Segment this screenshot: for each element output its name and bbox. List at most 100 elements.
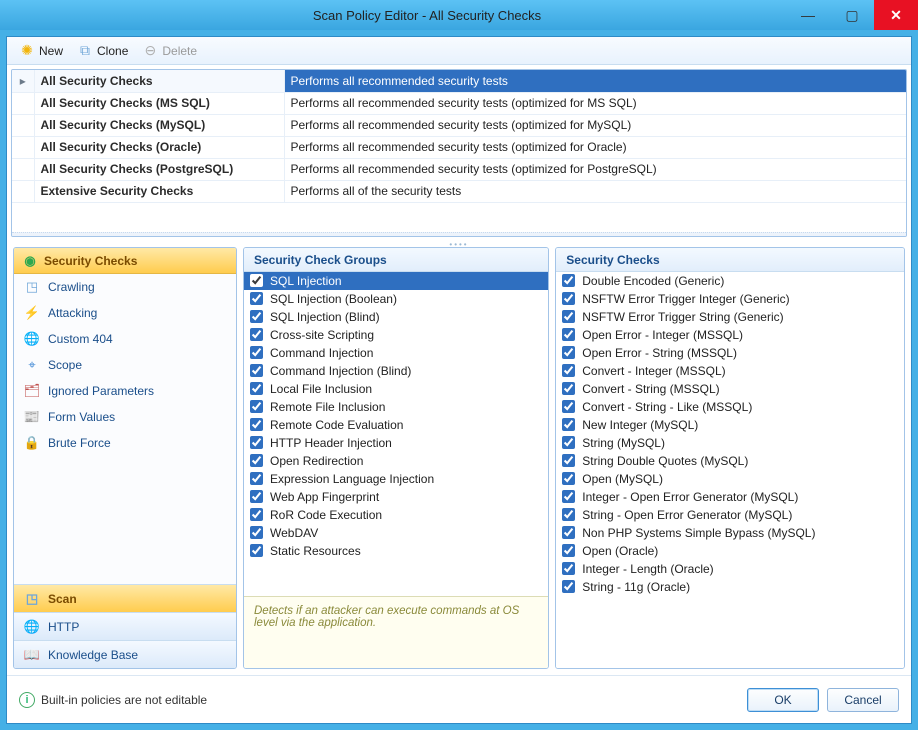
group-checkbox[interactable]: [250, 526, 263, 539]
group-checkbox[interactable]: [250, 490, 263, 503]
group-checkbox[interactable]: [250, 418, 263, 431]
close-button[interactable]: ✕: [874, 0, 918, 30]
sidebar-item[interactable]: 🔒Brute Force: [14, 430, 236, 456]
check-checkbox[interactable]: [562, 292, 575, 305]
group-row[interactable]: Remote File Inclusion: [244, 398, 548, 416]
sidebar-section-label: HTTP: [48, 620, 79, 634]
check-checkbox[interactable]: [562, 346, 575, 359]
sidebar-item[interactable]: ◳Crawling: [14, 274, 236, 300]
grid-resize-handle[interactable]: [12, 232, 906, 236]
group-row[interactable]: RoR Code Execution: [244, 506, 548, 524]
check-row[interactable]: Convert - Integer (MSSQL): [556, 362, 904, 380]
check-row[interactable]: Convert - String - Like (MSSQL): [556, 398, 904, 416]
sidebar-item[interactable]: ⌖Scope: [14, 352, 236, 378]
check-row[interactable]: Integer - Open Error Generator (MySQL): [556, 488, 904, 506]
delete-button[interactable]: ⊖ Delete: [136, 41, 203, 61]
check-row[interactable]: Open Error - String (MSSQL): [556, 344, 904, 362]
group-checkbox[interactable]: [250, 382, 263, 395]
check-row[interactable]: Non PHP Systems Simple Bypass (MySQL): [556, 524, 904, 542]
new-button[interactable]: ✺ New: [13, 41, 69, 61]
check-row[interactable]: String Double Quotes (MySQL): [556, 452, 904, 470]
check-row[interactable]: String - 11g (Oracle): [556, 578, 904, 596]
group-checkbox[interactable]: [250, 292, 263, 305]
policy-row[interactable]: ▸All Security ChecksPerforms all recomme…: [12, 70, 906, 92]
check-checkbox[interactable]: [562, 562, 575, 575]
group-label: Remote Code Evaluation: [270, 418, 403, 432]
check-checkbox[interactable]: [562, 436, 575, 449]
group-row[interactable]: HTTP Header Injection: [244, 434, 548, 452]
group-checkbox[interactable]: [250, 544, 263, 557]
group-row[interactable]: Cross-site Scripting: [244, 326, 548, 344]
check-row[interactable]: NSFTW Error Trigger String (Generic): [556, 308, 904, 326]
group-checkbox[interactable]: [250, 454, 263, 467]
sidebar-section-label: Knowledge Base: [48, 648, 138, 662]
group-row[interactable]: Static Resources: [244, 542, 548, 560]
policy-row[interactable]: All Security Checks (MS SQL)Performs all…: [12, 92, 906, 114]
groups-list[interactable]: SQL InjectionSQL Injection (Boolean)SQL …: [244, 272, 548, 596]
group-row[interactable]: Expression Language Injection: [244, 470, 548, 488]
group-row[interactable]: Open Redirection: [244, 452, 548, 470]
group-checkbox[interactable]: [250, 274, 263, 287]
check-checkbox[interactable]: [562, 526, 575, 539]
checks-list[interactable]: Double Encoded (Generic)NSFTW Error Trig…: [556, 272, 904, 596]
check-row[interactable]: Integer - Length (Oracle): [556, 560, 904, 578]
group-row[interactable]: Command Injection (Blind): [244, 362, 548, 380]
group-row[interactable]: Web App Fingerprint: [244, 488, 548, 506]
check-checkbox[interactable]: [562, 544, 575, 557]
sidebar-item[interactable]: 🗂Ignored Parameters: [14, 378, 236, 404]
check-row[interactable]: Convert - String (MSSQL): [556, 380, 904, 398]
group-row[interactable]: Remote Code Evaluation: [244, 416, 548, 434]
check-row[interactable]: New Integer (MySQL): [556, 416, 904, 434]
group-row[interactable]: SQL Injection (Blind): [244, 308, 548, 326]
sidebar-section[interactable]: ◳Scan: [14, 584, 236, 612]
minimize-button[interactable]: —: [786, 0, 830, 30]
check-row[interactable]: String (MySQL): [556, 434, 904, 452]
check-row[interactable]: NSFTW Error Trigger Integer (Generic): [556, 290, 904, 308]
check-row[interactable]: Double Encoded (Generic): [556, 272, 904, 290]
check-checkbox[interactable]: [562, 400, 575, 413]
check-checkbox[interactable]: [562, 310, 575, 323]
check-checkbox[interactable]: [562, 508, 575, 521]
policy-row[interactable]: All Security Checks (MySQL)Performs all …: [12, 114, 906, 136]
check-checkbox[interactable]: [562, 274, 575, 287]
check-checkbox[interactable]: [562, 580, 575, 593]
sidebar-header[interactable]: ◉ Security Checks: [14, 248, 236, 274]
group-row[interactable]: WebDAV: [244, 524, 548, 542]
policy-row[interactable]: Extensive Security ChecksPerforms all of…: [12, 180, 906, 202]
sidebar-item[interactable]: 🌐Custom 404: [14, 326, 236, 352]
group-checkbox[interactable]: [250, 328, 263, 341]
check-checkbox[interactable]: [562, 490, 575, 503]
maximize-button[interactable]: ▢: [830, 0, 874, 30]
sidebar-item[interactable]: ⚡Attacking: [14, 300, 236, 326]
check-checkbox[interactable]: [562, 472, 575, 485]
ok-button[interactable]: OK: [747, 688, 819, 712]
group-checkbox[interactable]: [250, 508, 263, 521]
group-checkbox[interactable]: [250, 364, 263, 377]
cancel-button[interactable]: Cancel: [827, 688, 899, 712]
sidebar-section[interactable]: 📖Knowledge Base: [14, 640, 236, 668]
policy-row[interactable]: All Security Checks (PostgreSQL)Performs…: [12, 158, 906, 180]
clone-button[interactable]: ⧉ Clone: [71, 41, 134, 61]
group-row[interactable]: Local File Inclusion: [244, 380, 548, 398]
group-row[interactable]: Command Injection: [244, 344, 548, 362]
policy-row[interactable]: All Security Checks (Oracle)Performs all…: [12, 136, 906, 158]
check-checkbox[interactable]: [562, 418, 575, 431]
group-checkbox[interactable]: [250, 310, 263, 323]
check-row[interactable]: Open (MySQL): [556, 470, 904, 488]
group-checkbox[interactable]: [250, 472, 263, 485]
copy-icon: ⧉: [77, 43, 93, 59]
check-row[interactable]: Open Error - Integer (MSSQL): [556, 326, 904, 344]
check-checkbox[interactable]: [562, 328, 575, 341]
check-checkbox[interactable]: [562, 454, 575, 467]
group-checkbox[interactable]: [250, 346, 263, 359]
check-row[interactable]: Open (Oracle): [556, 542, 904, 560]
check-row[interactable]: String - Open Error Generator (MySQL): [556, 506, 904, 524]
group-row[interactable]: SQL Injection (Boolean): [244, 290, 548, 308]
sidebar-item[interactable]: 📰Form Values: [14, 404, 236, 430]
sidebar-section[interactable]: 🌐HTTP: [14, 612, 236, 640]
check-checkbox[interactable]: [562, 364, 575, 377]
group-checkbox[interactable]: [250, 436, 263, 449]
group-row[interactable]: SQL Injection: [244, 272, 548, 290]
group-checkbox[interactable]: [250, 400, 263, 413]
check-checkbox[interactable]: [562, 382, 575, 395]
